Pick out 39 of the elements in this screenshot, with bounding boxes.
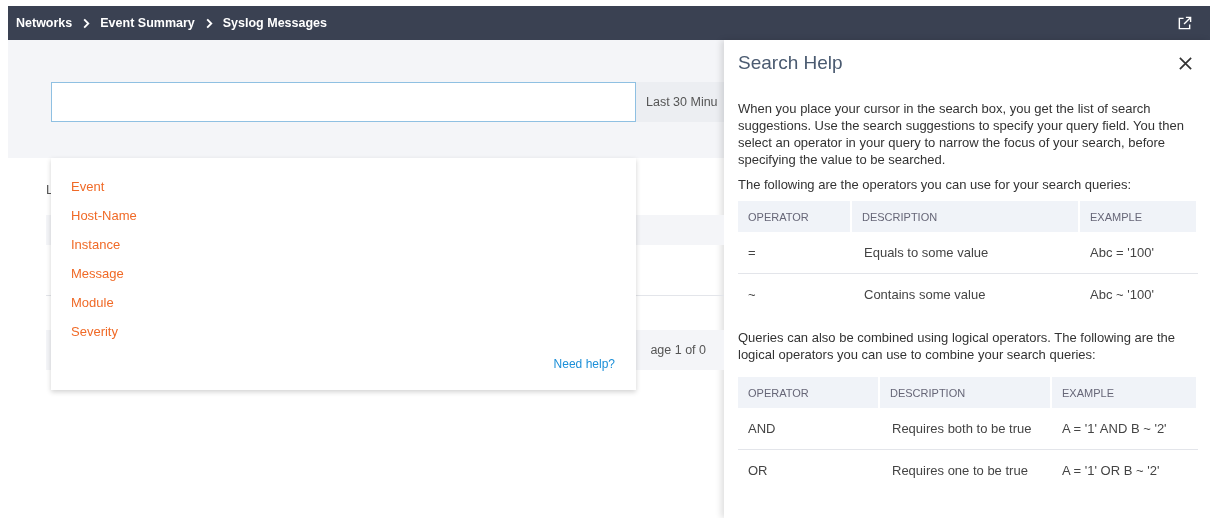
page-count: age 1 of 0 xyxy=(650,343,706,357)
column-header: DESCRIPTION xyxy=(852,201,1078,232)
suggestion-item[interactable]: Severity xyxy=(71,323,118,352)
breadcrumb-link[interactable]: Event Summary xyxy=(100,16,195,30)
suggestion-item[interactable]: Host-Name xyxy=(71,207,137,236)
time-range-dropdown[interactable]: Last 30 Minu xyxy=(636,82,724,122)
column-header: EXAMPLE xyxy=(1052,377,1196,408)
table-cell: Requires both to be true xyxy=(880,408,1052,450)
table-cell-text: Abc ~ '100' xyxy=(1089,286,1155,304)
table-cell-text: ~ xyxy=(747,286,757,304)
breadcrumb-link[interactable]: Networks xyxy=(16,16,73,30)
table-cell: Abc = '100' xyxy=(1080,232,1198,274)
external-link-icon[interactable] xyxy=(1177,15,1192,31)
help-paragraph: Queries can also be combined using logical operators. The following are the logical operators you can use to combine your search queries: xyxy=(738,329,1176,363)
column-header: EXAMPLE xyxy=(1080,201,1196,232)
column-header: OPERATOR xyxy=(738,201,850,232)
suggestion-item[interactable]: Message xyxy=(71,265,124,294)
close-icon[interactable] xyxy=(1178,55,1193,71)
table-cell-text: OR xyxy=(747,462,769,480)
table-cell: Equals to some value xyxy=(852,232,1080,274)
panel-title: Search Help xyxy=(738,52,843,74)
table-cell: AND xyxy=(738,408,880,450)
table-cell-text: Contains some value xyxy=(863,286,987,304)
search-field[interactable] xyxy=(51,82,636,122)
table-cell: = xyxy=(738,232,852,274)
breadcrumb-link[interactable]: Syslog Messages xyxy=(222,16,327,30)
help-link[interactable]: Need help? xyxy=(553,357,615,371)
chevron-right-icon xyxy=(204,17,213,29)
help-paragraph: The following are the operators you can use for your search queries: xyxy=(738,176,1133,193)
suggestion-item[interactable]: Event xyxy=(71,178,105,207)
column-header: OPERATOR xyxy=(738,377,878,408)
suggestion-item[interactable]: Module xyxy=(71,294,114,323)
table-cell-text: Requires one to be true xyxy=(891,462,1029,480)
help-paragraph: When you place your cursor in the search box, you get the list of search suggestions. Use the search suggestions to specify your query field. You then select an operator in your query to narrow the focus of your search, before specifying the value to be searched. xyxy=(738,100,1185,168)
column-header: DESCRIPTION xyxy=(880,377,1050,408)
suggestion-item[interactable]: Instance xyxy=(71,236,121,265)
chevron-right-icon xyxy=(82,17,91,29)
table-cell: A = '1' AND B ~ '2' xyxy=(1052,408,1198,450)
table-cell-text: A = '1' OR B ~ '2' xyxy=(1061,462,1161,480)
